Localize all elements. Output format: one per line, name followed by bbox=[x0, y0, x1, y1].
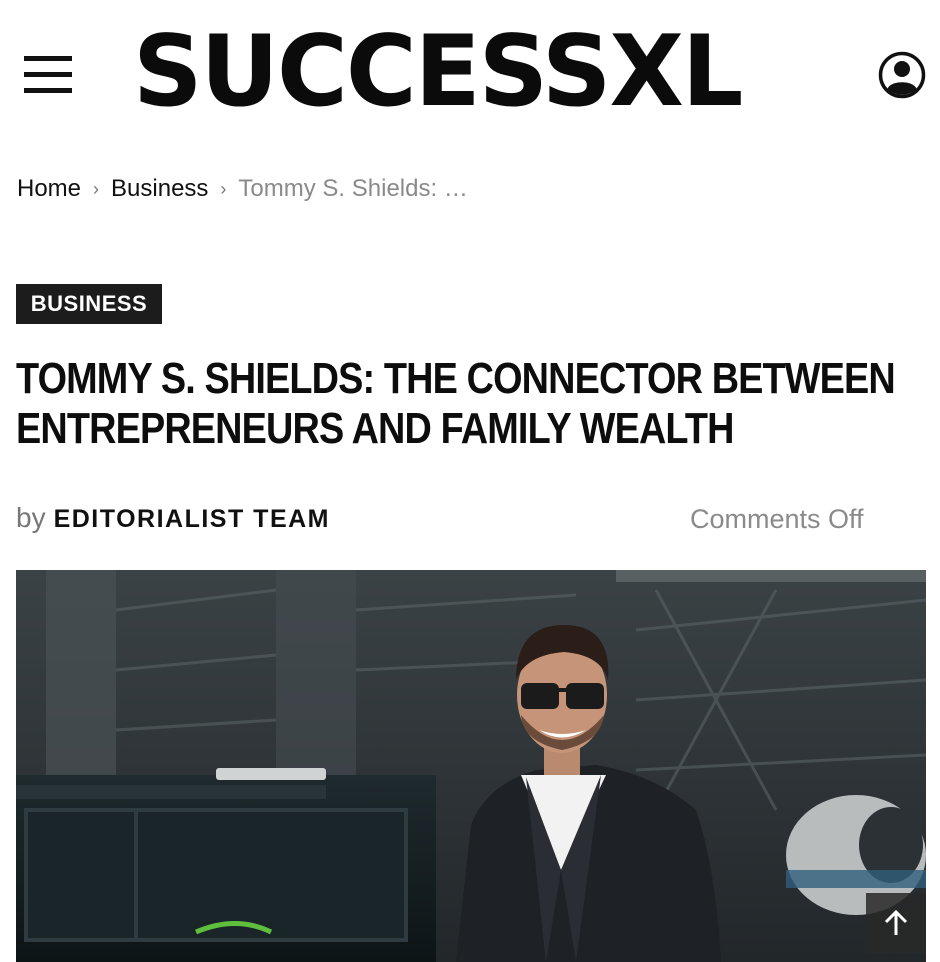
breadcrumb-separator: › bbox=[93, 178, 100, 199]
comments-status: Comments Off bbox=[690, 504, 864, 534]
site-header: SUCCESSXL bbox=[0, 0, 940, 150]
site-logo[interactable]: SUCCESSXL bbox=[133, 22, 823, 122]
category-badge[interactable]: BUSINESS bbox=[16, 284, 162, 324]
author-link[interactable]: EDITORIALIST TEAM bbox=[54, 505, 330, 534]
breadcrumb-separator: › bbox=[220, 178, 227, 199]
breadcrumb-business-link[interactable]: Business bbox=[111, 175, 208, 203]
breadcrumb-home-link[interactable]: Home bbox=[17, 175, 81, 203]
byline-prefix: by bbox=[16, 502, 46, 533]
article-title: TOMMY S. SHIELDS: THE CONNECTOR BETWEEN … bbox=[16, 354, 896, 453]
breadcrumb-current: Tommy S. Shields: … bbox=[238, 175, 468, 202]
arrow-up-icon[interactable] bbox=[866, 893, 926, 953]
user-account-icon[interactable] bbox=[878, 51, 926, 99]
hamburger-icon[interactable] bbox=[24, 56, 72, 94]
byline: by EDITORIALIST TEAM bbox=[16, 502, 330, 534]
breadcrumb: Home › Business › Tommy S. Shields: … bbox=[17, 172, 468, 206]
featured-photo bbox=[16, 570, 926, 962]
